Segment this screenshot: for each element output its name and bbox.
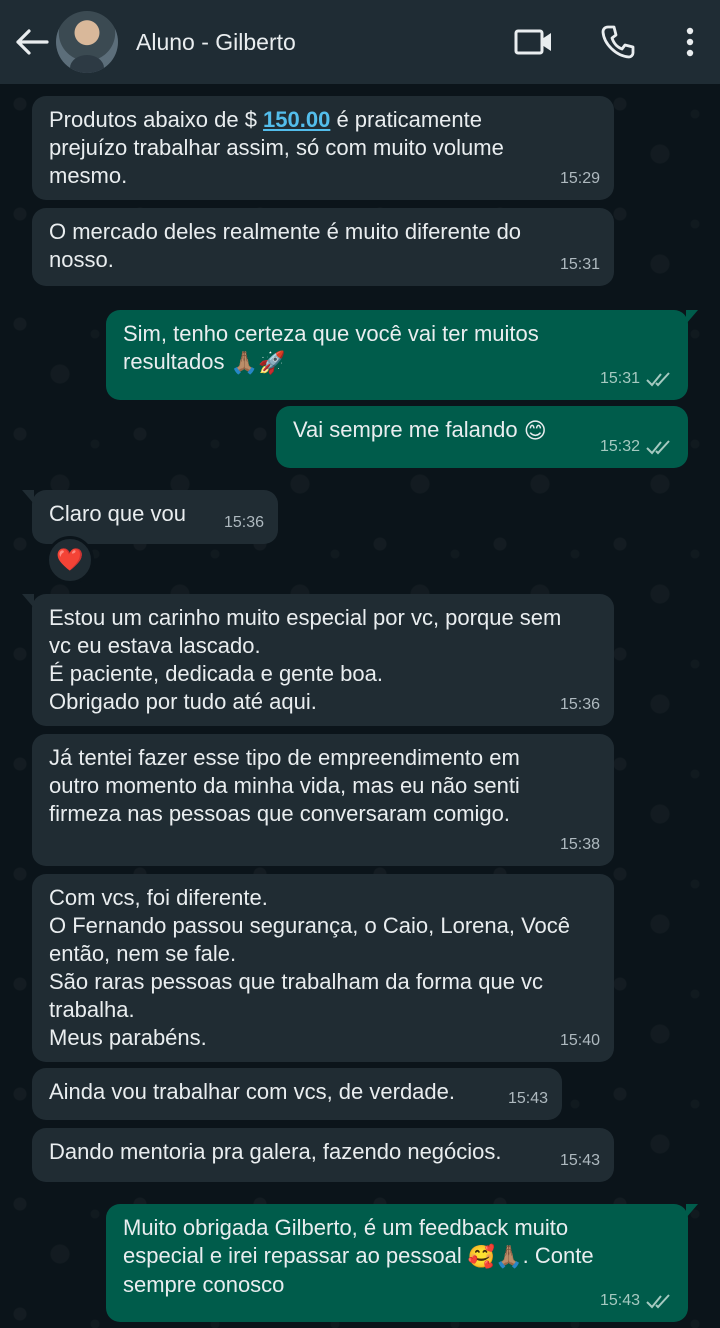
message-meta: 15:31 — [600, 365, 674, 393]
double-check-icon — [646, 372, 670, 387]
rocket-emoji: 🚀 — [258, 350, 286, 376]
message-text: Já tentei fazer esse tipo de empreendime… — [49, 745, 520, 826]
message-text: Produtos abaixo de $ 150.00 é praticamen… — [49, 107, 504, 188]
more-vertical-icon — [686, 27, 694, 57]
more-options-button[interactable] — [660, 0, 720, 84]
message-meta: 15:32 — [600, 433, 674, 461]
double-check-icon — [646, 1294, 670, 1309]
smiling-face-with-hearts-emoji: 🥰 — [467, 1244, 496, 1270]
message-time: 15:36 — [559, 696, 600, 713]
video-call-button[interactable] — [492, 0, 576, 84]
message-text: Dando mentoria pra galera, fazendo negóc… — [49, 1139, 502, 1164]
smiling-face-emoji: 😊 — [523, 418, 547, 444]
message-meta: 15:43 — [560, 1147, 600, 1175]
double-check-icon — [646, 440, 670, 455]
message-meta: 15:40 — [560, 1027, 600, 1055]
message-meta: 15:36 — [560, 691, 600, 719]
message-meta: 15:29 — [560, 165, 600, 193]
message-bubble-incoming[interactable]: Ainda vou trabalhar com vcs, de verdade.… — [32, 1068, 562, 1120]
message-time: 15:43 — [507, 1090, 548, 1107]
message-bubble-incoming[interactable]: Dando mentoria pra galera, fazendo negóc… — [32, 1128, 614, 1182]
message-time: 15:43 — [559, 1152, 600, 1169]
message-text: Com vcs, foi diferente. O Fernando passo… — [49, 885, 571, 1050]
message-reaction[interactable]: ❤️ — [46, 536, 94, 584]
message-bubble-outgoing[interactable]: Sim, tenho certeza que você vai ter muit… — [106, 310, 698, 400]
message-bubble-incoming[interactable]: Com vcs, foi diferente. O Fernando passo… — [32, 874, 614, 1062]
chat-area[interactable]: Produtos abaixo de $ 150.00 é praticamen… — [0, 84, 720, 1328]
message-text: O mercado deles realmente é muito difere… — [49, 219, 522, 272]
message-bubble-incoming[interactable]: Já tentei fazer esse tipo de empreendime… — [32, 734, 614, 866]
message-time: 15:36 — [223, 514, 264, 531]
message-text: Sim, tenho certeza que você vai ter muit… — [123, 321, 539, 376]
folded-hands-emoji: 🙏🏽 — [230, 350, 259, 376]
arrow-left-icon — [16, 29, 49, 55]
message-bubble-outgoing[interactable]: Muito obrigada Gilberto, é um feedback m… — [106, 1204, 698, 1322]
message-time: 15:38 — [559, 836, 600, 853]
message-time: 15:43 — [599, 1292, 640, 1309]
back-button[interactable] — [8, 0, 56, 84]
message-meta: 15:38 — [560, 831, 600, 859]
red-heart-icon: ❤️ — [56, 547, 84, 572]
message-time: 15:29 — [559, 170, 600, 187]
avatar[interactable] — [56, 11, 118, 73]
message-bubble-incoming[interactable]: Produtos abaixo de $ 150.00 é praticamen… — [32, 96, 614, 200]
message-meta: 15:36 — [224, 509, 264, 537]
message-bubble-incoming[interactable]: O mercado deles realmente é muito difere… — [32, 208, 614, 286]
message-bubble-outgoing[interactable]: Vai sempre me falando 😊 15:32 — [276, 406, 688, 468]
message-meta: 15:43 — [600, 1287, 674, 1315]
message-time: 15:31 — [599, 370, 640, 387]
phone-icon — [601, 25, 635, 59]
price-link[interactable]: 150.00 — [263, 107, 330, 132]
message-text: Estou um carinho muito especial por vc, … — [49, 605, 562, 714]
chat-header: Aluno - Gilberto — [0, 0, 720, 84]
contact-name[interactable]: Aluno - Gilberto — [136, 29, 492, 56]
message-meta: 15:43 — [508, 1085, 548, 1113]
message-time: 15:40 — [559, 1032, 600, 1049]
message-meta: 15:31 — [560, 251, 600, 279]
voice-call-button[interactable] — [576, 0, 660, 84]
message-text: Ainda vou trabalhar com vcs, de verdade. — [49, 1079, 456, 1104]
message-time: 15:32 — [599, 438, 640, 455]
folded-hands-emoji: 🙏🏽 — [495, 1244, 523, 1270]
message-bubble-incoming[interactable]: Estou um carinho muito especial por vc, … — [22, 594, 614, 726]
message-time: 15:31 — [559, 256, 600, 273]
video-camera-icon — [514, 29, 551, 55]
message-text: Muito obrigada Gilberto, é um feedback m… — [123, 1215, 594, 1298]
